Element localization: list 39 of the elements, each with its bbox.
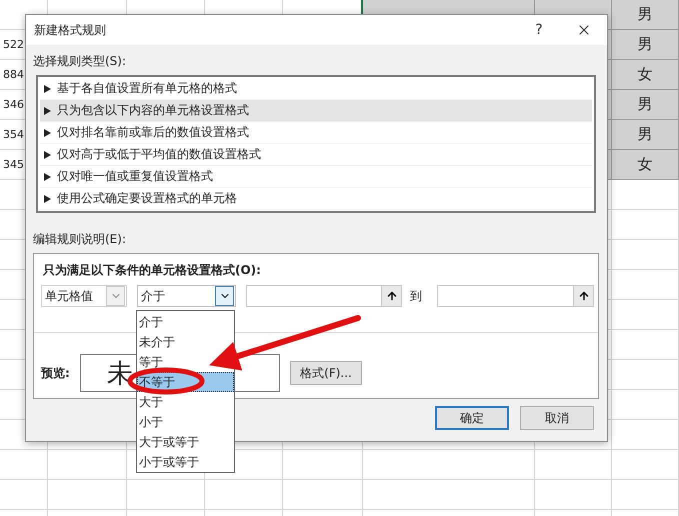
condition-label: 只为满足以下条件的单元格设置格式(O): (42, 262, 262, 279)
window-title: 新建格式规则 (34, 22, 107, 38)
format-button[interactable]: 格式(F)... (290, 361, 362, 385)
triangle-icon (44, 128, 51, 136)
dialog-button[interactable]: 取消 (520, 406, 594, 430)
rule-type-label: 使用公式确定要设置格式的单元格 (57, 190, 237, 207)
table-cell: 男 (612, 0, 679, 30)
table-cell: 男 (612, 90, 679, 120)
rule-type-label: 仅对高于或低于平均值的数值设置格式 (57, 146, 261, 163)
table-cell: 女 (612, 60, 679, 90)
table-cell: 女 (612, 150, 679, 180)
to-label: 到 (410, 288, 422, 304)
input-field[interactable] (246, 285, 402, 307)
rule-type-label: 基于各自值设置所有单元格的格式 (57, 80, 237, 97)
rule-type-label: 仅对排名靠前或靠后的数值设置格式 (57, 124, 249, 141)
combo-value: 介于 (141, 288, 165, 304)
dialog-button[interactable]: 确定 (435, 406, 509, 430)
input-field[interactable] (437, 285, 594, 307)
help-button[interactable]: ? (517, 15, 561, 45)
triangle-icon (44, 194, 51, 202)
operator-combo[interactable]: 介于 (137, 285, 236, 307)
range-select-button[interactable] (381, 286, 401, 306)
triangle-icon (44, 150, 51, 158)
table-cell: 男 (612, 30, 679, 60)
rule-type-label: 只为包含以下内容的单元格设置格式 (57, 102, 249, 119)
combo-value: 单元格值 (45, 288, 93, 304)
range-select-button[interactable] (573, 286, 593, 306)
rule-type-label: 仅对唯一值或重复值设置格式 (57, 168, 213, 185)
triangle-icon (44, 106, 51, 114)
up-arrow-icon (386, 290, 398, 302)
triangle-icon (44, 172, 51, 180)
preview-text: 未 (107, 358, 133, 390)
triangle-icon (44, 84, 51, 92)
rule-type-item[interactable]: 只为包含以下内容的单元格设置格式 (40, 100, 592, 122)
section-label: 选择规则类型(S): (33, 53, 128, 70)
up-arrow-icon (578, 290, 590, 302)
table-cell: 男 (612, 120, 679, 150)
preview-label: 预览: (41, 364, 71, 382)
section-label: 编辑规则说明(E): (33, 231, 127, 248)
